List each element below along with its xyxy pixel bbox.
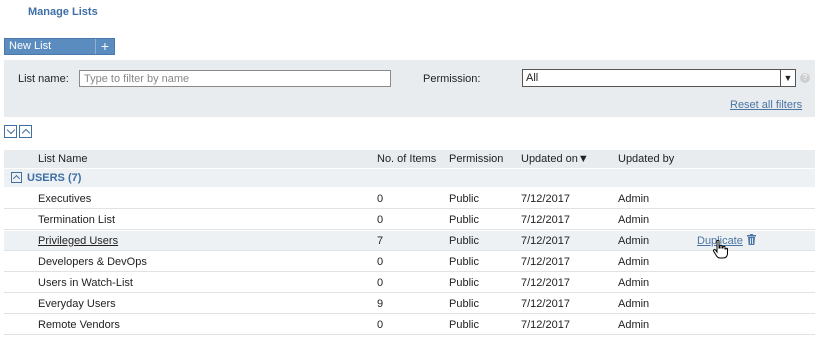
list-name-cell[interactable]: Developers & DevOps — [38, 256, 147, 268]
items-count-cell: 7 — [377, 235, 384, 247]
items-count-cell: 9 — [377, 298, 384, 310]
group-label: USERS (7) — [27, 172, 82, 184]
table-header: List Name No. of Items Permission Update… — [4, 150, 815, 168]
column-header-list-name[interactable]: List Name — [38, 153, 88, 165]
items-count-cell: 0 — [377, 256, 384, 268]
table-row[interactable]: Users in Watch-List 0 Public 7/12/2017 Admin — [4, 273, 815, 293]
new-list-label: New List — [9, 40, 52, 52]
table-row[interactable]: Remote Vendors 0 Public 7/12/2017 Admin — [4, 315, 815, 335]
column-header-items[interactable]: No. of Items — [377, 153, 436, 165]
items-count-cell: 0 — [377, 277, 384, 289]
list-name-filter-input[interactable] — [79, 70, 391, 87]
permission-cell: Public — [449, 193, 479, 205]
table-row[interactable]: Everyday Users 9 Public 7/12/2017 Admin — [4, 294, 815, 314]
permission-cell: Public — [449, 319, 479, 331]
items-count-cell: 0 — [377, 193, 384, 205]
updated-by-cell: Admin — [618, 235, 650, 247]
updated-by-cell: Admin — [618, 319, 650, 331]
collapse-group-icon[interactable] — [11, 172, 22, 183]
chevron-down-icon: ▼ — [780, 70, 795, 86]
permission-cell: Public — [449, 214, 479, 226]
table-row[interactable]: Termination List 0 Public 7/12/2017 Admin — [4, 210, 815, 230]
items-count-cell: 0 — [377, 214, 384, 226]
plus-icon: + — [95, 39, 114, 54]
reset-all-filters-link[interactable]: Reset all filters — [730, 99, 802, 111]
permission-selected-value: All — [526, 72, 539, 84]
list-name-cell[interactable]: Termination List — [38, 214, 115, 226]
updated-by-cell: Admin — [618, 277, 650, 289]
trash-icon[interactable] — [747, 234, 756, 245]
updated-by-cell: Admin — [618, 193, 650, 205]
updated-by-cell: Admin — [618, 256, 650, 268]
updated-by-cell: Admin — [618, 298, 650, 310]
permission-label: Permission: — [423, 73, 481, 85]
column-header-updated-on[interactable]: Updated on▼ — [521, 153, 589, 165]
list-name-cell[interactable]: Remote Vendors — [38, 319, 120, 331]
page-title: Manage Lists — [28, 6, 98, 18]
updated-on-cell: 7/12/2017 — [521, 235, 570, 247]
items-count-cell: 0 — [377, 319, 384, 331]
list-name-cell[interactable]: Users in Watch-List — [38, 277, 133, 289]
help-icon[interactable]: ? — [800, 73, 810, 83]
collapse-all-icon[interactable] — [19, 125, 32, 138]
updated-on-cell: 7/12/2017 — [521, 256, 570, 268]
permission-cell: Public — [449, 256, 479, 268]
updated-by-cell: Admin — [618, 214, 650, 226]
list-name-cell[interactable]: Executives — [38, 193, 91, 205]
updated-on-cell: 7/12/2017 — [521, 193, 570, 205]
updated-on-cell: 7/12/2017 — [521, 319, 570, 331]
permission-cell: Public — [449, 298, 479, 310]
table-row[interactable]: Developers & DevOps 0 Public 7/12/2017 Admin — [4, 252, 815, 272]
list-name-label: List name: — [18, 73, 69, 85]
column-header-permission[interactable]: Permission — [449, 153, 503, 165]
permission-cell: Public — [449, 277, 479, 289]
expand-all-icon[interactable] — [4, 125, 17, 138]
updated-on-cell: 7/12/2017 — [521, 298, 570, 310]
table-row[interactable]: Privileged Users 7 Public 7/12/2017 Admin Dup… — [4, 231, 815, 251]
group-row-users[interactable]: USERS (7) — [4, 169, 815, 187]
table-row[interactable]: Executives 0 Public 7/12/2017 Admin — [4, 189, 815, 209]
list-name-cell[interactable]: Everyday Users — [38, 298, 116, 310]
filter-panel: List name: Permission: All ▼ ? Reset all… — [4, 60, 815, 117]
column-header-updated-by[interactable]: Updated by — [618, 153, 674, 165]
updated-on-cell: 7/12/2017 — [521, 277, 570, 289]
new-list-button[interactable]: New List + — [4, 38, 115, 55]
permission-select[interactable]: All ▼ — [522, 69, 796, 87]
permission-cell: Public — [449, 235, 479, 247]
updated-on-cell: 7/12/2017 — [521, 214, 570, 226]
collapse-controls — [4, 125, 34, 138]
hand-cursor-icon — [712, 240, 728, 259]
list-name-cell[interactable]: Privileged Users — [38, 235, 118, 247]
